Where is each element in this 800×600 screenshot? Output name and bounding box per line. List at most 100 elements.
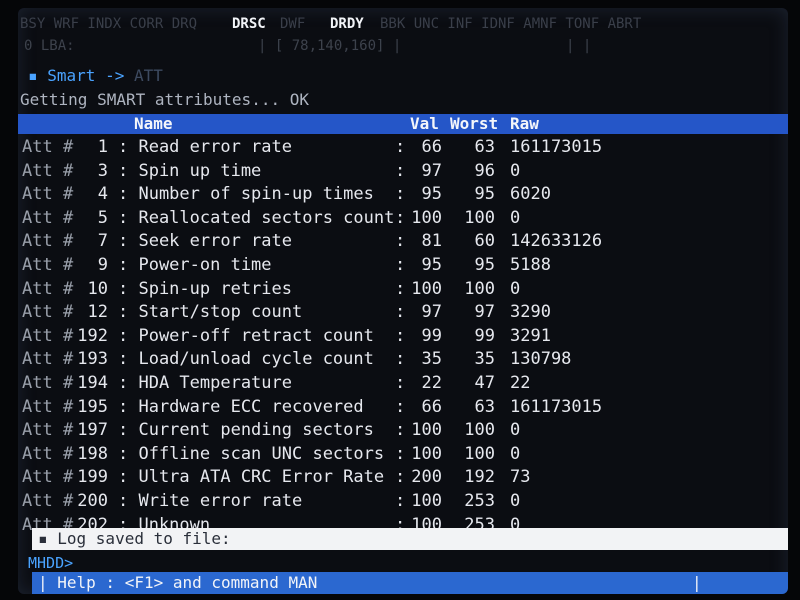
attribute-id: 4: [97, 184, 108, 205]
attribute-prefix: Att #: [22, 372, 74, 393]
register-inactive-mid: DWF: [280, 16, 306, 32]
table-row: Att #194: HDA Temperature:22 47 22: [18, 372, 788, 396]
attribute-id: 199: [77, 467, 108, 488]
attribute-worst: 63: [474, 396, 495, 417]
attribute-value: 97: [421, 302, 442, 323]
table-row: Att #197: Current pending sectors:100 100…: [18, 419, 788, 443]
attribute-value: 95: [421, 254, 442, 275]
attribute-id: 192: [77, 325, 108, 346]
help-hint: | Help : <F1> and command MAN: [38, 573, 318, 592]
attribute-id: 195: [77, 396, 108, 417]
smart-bullet-icon: ▪: [28, 66, 48, 85]
header-worst: Worst: [450, 114, 499, 133]
attribute-raw: 73: [510, 467, 531, 488]
attribute-raw: 161173015: [510, 396, 603, 417]
attribute-value: 35: [421, 349, 442, 370]
attribute-worst: 96: [474, 160, 495, 181]
attribute-worst: 95: [474, 184, 495, 205]
attribute-name: : Hardware ECC recovered: [118, 396, 364, 417]
attribute-prefix: Att #: [22, 254, 74, 275]
attribute-worst: 95: [474, 254, 495, 275]
status-line: Getting SMART attributes... OK: [20, 90, 309, 109]
attribute-prefix: Att #: [22, 467, 74, 488]
attribute-value: 100: [411, 490, 442, 511]
attribute-value: 99: [421, 325, 442, 346]
mhdd-terminal-screen: BSY WRF INDX CORR DRQ DRSC DWF DRDY BBK …: [18, 8, 788, 594]
attribute-worst: 97: [474, 302, 495, 323]
attribute-raw: 0: [510, 278, 521, 299]
attribute-name: : Offline scan UNC sectors: [118, 443, 385, 464]
table-row: Att #10: Spin-up retries:100 100 0: [18, 278, 788, 302]
attribute-value: 66: [421, 396, 442, 417]
attribute-raw: 22: [510, 372, 531, 393]
attribute-name: : Power-off retract count: [118, 325, 374, 346]
table-row: Att #200: Write error rate:100 253 0: [18, 490, 788, 514]
attribute-id: 3: [97, 160, 108, 181]
attribute-id: 5: [97, 207, 108, 228]
attribute-prefix: Att #: [22, 278, 74, 299]
log-message-box: ▪ Log saved to file:: [32, 528, 788, 550]
attribute-name: : Start/stop count: [118, 302, 303, 323]
attribute-worst: 63: [474, 137, 495, 157]
smart-prompt-suffix: ATT: [133, 66, 163, 85]
table-row: Att #9: Power-on time:95 95 5188: [18, 254, 788, 278]
header-raw: Raw: [510, 114, 539, 133]
table-row: Att #193: Load/unload cycle count:35 35 13…: [18, 348, 788, 372]
attribute-name: : Reallocated sectors count: [118, 207, 395, 228]
table-row: Att #4: Number of spin-up times:95 95 6020: [18, 183, 788, 207]
register-drdy: DRDY: [330, 16, 364, 32]
attribute-prefix: Att #: [22, 420, 74, 441]
attribute-id: 193: [77, 349, 108, 370]
attribute-worst: 35: [474, 349, 495, 370]
smart-prompt-label: Smart ->: [47, 66, 125, 85]
attribute-raw: 142633126: [510, 231, 603, 252]
attribute-name: : Current pending sectors: [118, 420, 374, 441]
attribute-worst: 47: [474, 372, 495, 393]
attribute-worst: 100: [464, 278, 495, 299]
attribute-raw: 3290: [510, 302, 551, 323]
table-row: Att #12: Start/stop count:97 97 3290: [18, 301, 788, 325]
attribute-prefix: Att #: [22, 184, 74, 205]
attribute-prefix: Att #: [22, 302, 74, 323]
clock: | 23:42:15: [692, 573, 769, 594]
attribute-worst: 99: [474, 325, 495, 346]
attribute-name: : Write error rate: [118, 490, 303, 511]
table-row: Att #192: Power-off retract count:99 99 32…: [18, 325, 788, 349]
smart-prompt: ▪ Smart -> ATT: [28, 66, 163, 85]
table-row: Att #5: Reallocated sectors count:100 100…: [18, 207, 788, 231]
attribute-worst: 253: [464, 490, 495, 511]
attribute-name: : Number of spin-up times: [118, 184, 374, 205]
bottom-status-bar: | Help : <F1> and command MAN | 23:42:15: [32, 572, 788, 594]
attribute-value: 22: [421, 372, 442, 393]
attribute-raw: 0: [510, 420, 521, 441]
attribute-raw: 6020: [510, 184, 551, 205]
attribute-prefix: Att #: [22, 207, 74, 228]
attribute-name: : Spin-up retries: [118, 278, 292, 299]
register-drsc: DRSC: [232, 16, 266, 32]
attribute-id: 194: [77, 372, 108, 393]
attribute-id: 1: [97, 137, 108, 157]
attribute-worst: 100: [464, 443, 495, 464]
header-name: Name: [134, 114, 173, 133]
attribute-worst: 192: [464, 467, 495, 488]
attribute-prefix: Att #: [22, 325, 74, 346]
command-prompt[interactable]: MHDD>: [28, 554, 73, 572]
attribute-raw: 161173015: [510, 137, 603, 157]
attribute-raw: 3291: [510, 325, 551, 346]
table-row: Att #198: Offline scan UNC sectors:100 10…: [18, 443, 788, 467]
attribute-name: : Power-on time: [118, 254, 272, 275]
attribute-id: 12: [87, 302, 108, 323]
header-val: Val: [410, 114, 439, 133]
attribute-raw: 5188: [510, 254, 551, 275]
table-row: Att #199: Ultra ATA CRC Error Rate:200 19…: [18, 466, 788, 490]
attribute-id: 10: [87, 278, 108, 299]
table-row: Att #195: Hardware ECC recovered:66 63 161…: [18, 396, 788, 420]
smart-table-header: Name Val Worst Raw: [18, 114, 788, 134]
attribute-raw: 0: [510, 160, 521, 181]
attribute-name: : Load/unload cycle count: [118, 349, 374, 370]
attribute-value: 100: [411, 278, 442, 299]
lba-right: | |: [566, 38, 592, 54]
smart-attribute-table: Att #1: Read error rate:66 63 161173015 Att…: [18, 136, 788, 537]
attribute-name: : Seek error rate: [118, 231, 292, 252]
attribute-id: 7: [97, 231, 108, 252]
